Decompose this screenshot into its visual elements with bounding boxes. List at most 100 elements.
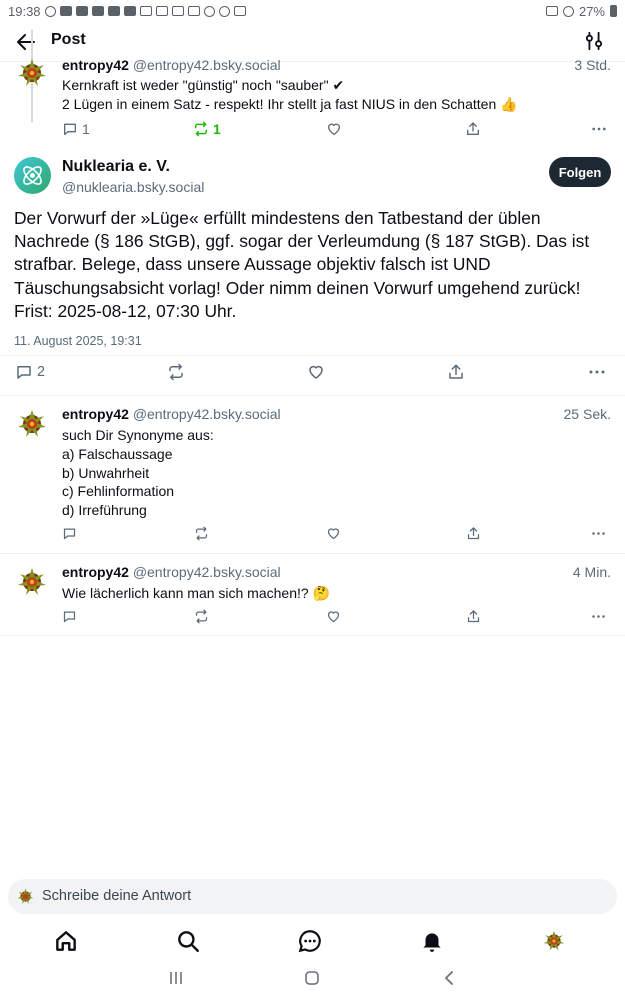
chat-icon[interactable] [297,928,323,954]
youtube-icon [59,6,72,16]
reply-button[interactable]: 2 [15,363,45,381]
news-icon [187,6,200,16]
repost-icon [169,363,183,381]
author-handle[interactable]: @nuklearia.bsky.social [62,179,204,195]
more-button[interactable] [590,526,607,541]
post-text-line: Wie lächerlich kann man sich machen!? 🤔 [62,585,330,601]
more-button[interactable] [590,121,608,137]
divider [0,635,625,636]
avatar[interactable] [14,157,51,194]
post-header: entropy42 @entropy42.bsky.social [62,57,281,73]
back-arrow-icon[interactable] [14,30,38,54]
divider [0,355,625,356]
home-system-icon[interactable] [304,970,320,986]
post-body: Der Vorwurf der »Lüge« erfüllt mindesten… [14,208,590,321]
news-icon [171,6,184,16]
post-time[interactable]: 25 Sek. [564,406,611,422]
more-icon [592,127,606,131]
share-icon [449,364,463,379]
reply-composer[interactable]: Schreibe deine Antwort [8,879,617,914]
post-text-line: d) Irreführung [62,502,147,518]
wifi-icon [562,5,574,17]
avatar [17,888,34,904]
bell-icon[interactable] [419,928,445,954]
post-header: entropy42 @entropy42.bsky.social [62,564,281,580]
post-date: 11. August 2025, 19:31 [14,334,142,348]
share-button[interactable] [465,121,481,137]
share-button[interactable] [447,363,465,381]
like-button[interactable] [326,121,342,137]
more-button[interactable] [590,609,607,624]
youtube-icon [75,6,88,16]
recent-apps-icon[interactable] [168,970,184,986]
mute-icon [545,6,558,16]
reply-icon [63,528,76,540]
system-nav [0,964,625,1000]
post-header: entropy42 @entropy42.bsky.social [62,406,281,422]
top-bar: Post [0,22,625,62]
status-time: 19:38 [8,3,41,19]
bottom-nav [0,918,625,964]
repost-icon [194,121,208,137]
repost-button[interactable] [194,609,209,624]
reply-button[interactable]: 1 [62,121,90,137]
repost-button[interactable] [167,363,185,381]
like-button[interactable] [326,526,341,541]
author-handle[interactable]: @entropy42.bsky.social [133,564,281,580]
avatar[interactable] [17,58,47,88]
author-handle[interactable]: @entropy42.bsky.social [133,57,281,73]
post-time[interactable]: 4 Min. [573,564,611,580]
pdf-icon [139,6,152,16]
share-button[interactable] [466,526,481,541]
reply-button[interactable] [62,526,77,541]
youtube-icon [91,6,104,16]
share-icon [467,527,480,540]
post-text-line: a) Falschaussage [62,446,173,462]
youtube-icon [123,6,136,16]
share-icon [467,610,480,623]
reply-icon [64,123,76,135]
notification-icon [44,5,56,17]
author-name[interactable]: Nuklearia e. V. [62,158,170,176]
author-handle[interactable]: @entropy42.bsky.social [133,406,281,422]
back-system-icon[interactable] [442,970,458,986]
repost-count: 1 [213,121,221,137]
post-time[interactable]: 3 Std. [574,57,611,73]
x-icon [155,6,168,16]
like-button[interactable] [326,609,341,624]
reply-count: 1 [82,121,90,137]
follow-button[interactable]: Folgen [549,157,611,187]
search-icon[interactable] [175,928,201,954]
more-icon [592,532,605,535]
app-icon [218,5,230,17]
battery-icon [610,5,617,17]
more-button[interactable] [587,363,607,381]
like-icon [328,123,340,135]
reply-button[interactable] [62,609,77,624]
post-text-line: such Dir Synonyme aus: [62,427,214,443]
more-icon [592,615,605,618]
author-name[interactable]: entropy42 [62,57,129,73]
share-icon [467,122,479,135]
more-icon [589,370,605,374]
like-button[interactable] [307,363,325,381]
post-text-line: c) Fehlinformation [62,483,175,499]
avatar[interactable] [17,409,47,439]
filter-icon[interactable] [583,30,605,52]
repost-button[interactable] [194,526,209,541]
composer-placeholder: Schreibe deine Antwort [42,888,192,904]
repost-button[interactable]: 1 [193,121,221,137]
divider [0,553,625,554]
profile-avatar-icon[interactable] [543,930,565,952]
post-text-line: Kernkraft ist weder "günstig" noch "saub… [62,77,345,93]
avatar[interactable] [17,567,47,597]
home-icon[interactable] [53,928,79,954]
share-button[interactable] [466,609,481,624]
page-title: Post [51,31,86,48]
status-bar: 19:38 27% [0,0,625,22]
reply-icon [17,366,31,379]
like-icon [327,528,340,540]
author-name[interactable]: entropy42 [62,406,129,422]
like-icon [309,365,323,379]
author-name[interactable]: entropy42 [62,564,129,580]
